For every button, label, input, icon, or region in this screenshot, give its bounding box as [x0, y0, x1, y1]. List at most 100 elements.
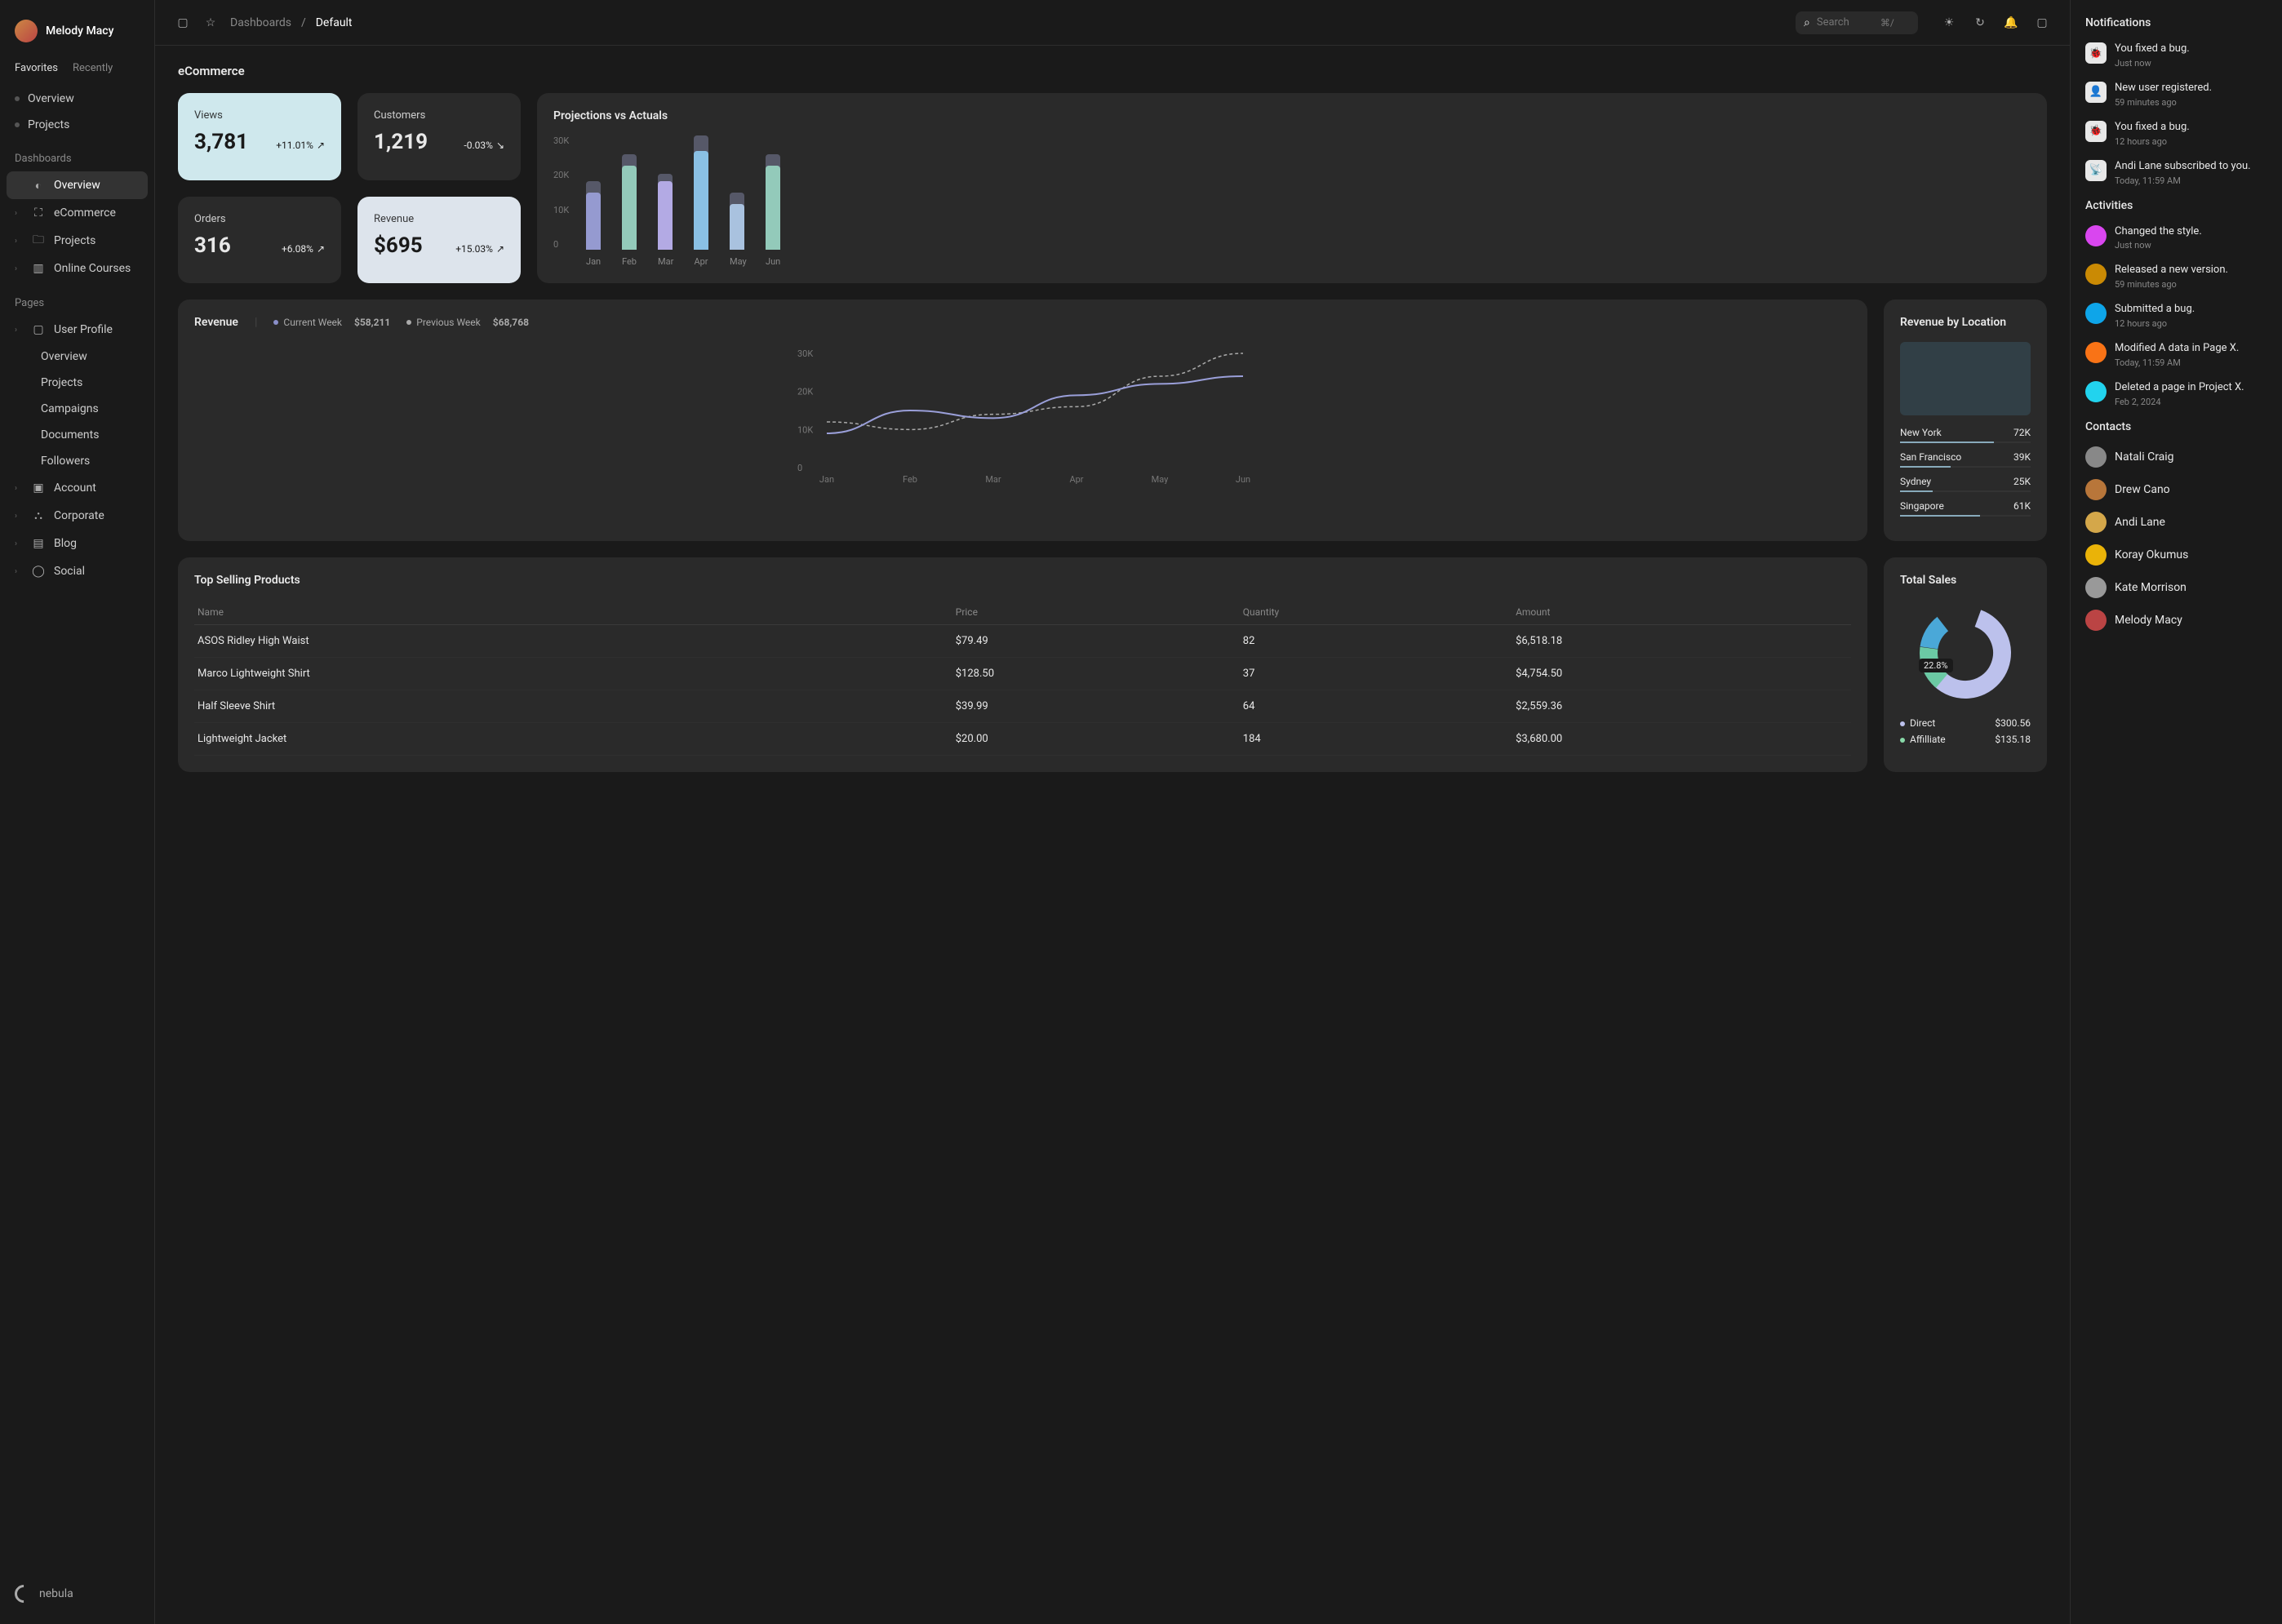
fav-tabs: Favorites Recently [7, 62, 148, 74]
logo: nebula [7, 1577, 148, 1611]
contact-item[interactable]: Kate Morrison [2085, 577, 2267, 598]
cart-icon: ⛶ [31, 206, 46, 220]
trend-down-icon: ↘ [496, 140, 504, 151]
tab-favorites[interactable]: Favorites [15, 62, 58, 74]
content: eCommerce Views 3,781+11.01%↗ Customers … [155, 46, 2070, 1624]
star-icon[interactable]: ☆ [202, 15, 219, 31]
avatar [2085, 342, 2107, 363]
group-pages: Pages [7, 291, 148, 316]
search-icon: ⌕ [1804, 16, 1810, 29]
notif-item[interactable]: 👤New user registered.59 minutes ago [2085, 82, 2267, 108]
corporate-icon: ⛬ [31, 508, 46, 523]
legend-row: Affilliate$135.18 [1900, 734, 2031, 745]
theme-icon[interactable]: ☀ [1941, 15, 1957, 31]
avatar [15, 20, 38, 42]
activity-item[interactable]: Deleted a page in Project X.Feb 2, 2024 [2085, 381, 2267, 407]
chevron-right-icon: › [15, 512, 23, 521]
activity-item[interactable]: Changed the style.Just now [2085, 225, 2267, 251]
avatar [2085, 303, 2107, 324]
table-row[interactable]: ASOS Ridley High Waist$79.4982$6,518.18 [194, 625, 1851, 658]
chevron-right-icon: › [15, 209, 23, 218]
nav-up-followers[interactable]: Followers [7, 448, 148, 474]
fav-item-overview[interactable]: Overview [7, 86, 148, 112]
notif-item[interactable]: 📡Andi Lane subscribed to you.Today, 11:5… [2085, 160, 2267, 186]
account-icon: ▣ [31, 481, 46, 495]
svg-text:20K: 20K [797, 387, 813, 397]
svg-text:May: May [1152, 474, 1170, 484]
nav-up-overview[interactable]: Overview [7, 344, 148, 370]
breadcrumb-root[interactable]: Dashboards [230, 16, 291, 29]
contact-item[interactable]: Koray Okumus [2085, 544, 2267, 566]
profile-name: Melody Macy [46, 24, 113, 38]
logo-text: nebula [39, 1587, 73, 1600]
stat-card-revenue[interactable]: Revenue $695+15.03%↗ [357, 197, 521, 284]
activity-item[interactable]: Submitted a bug.12 hours ago [2085, 303, 2267, 329]
table-row[interactable]: Lightweight Jacket$20.00184$3,680.00 [194, 723, 1851, 756]
sub-icon: 📡 [2085, 160, 2107, 181]
table-header: Quantity [1240, 600, 1512, 625]
bar-xaxis: JanFebMarAprMayJun [553, 256, 2031, 267]
stat-card-customers[interactable]: Customers 1,219-0.03%↘ [357, 93, 521, 180]
search-input[interactable] [1817, 16, 1874, 29]
contact-item[interactable]: Melody Macy [2085, 610, 2267, 631]
bell-icon[interactable]: 🔔 [2003, 15, 2019, 31]
contact-item[interactable]: Andi Lane [2085, 512, 2267, 533]
svg-text:Mar: Mar [985, 474, 1001, 484]
nav-user-profile[interactable]: ›▢User Profile [7, 316, 148, 344]
avatar [2085, 610, 2107, 631]
notif-item[interactable]: 🐞You fixed a bug.Just now [2085, 42, 2267, 69]
nav-corporate[interactable]: ›⛬Corporate [7, 502, 148, 530]
location-card: Revenue by Location New York72KSan Franc… [1884, 300, 2047, 541]
legend-current: Current Week $58,211 [273, 317, 390, 328]
chevron-right-icon: › [15, 539, 23, 548]
projections-card: Projections vs Actuals 30K20K10K0 JanFeb… [537, 93, 2047, 283]
breadcrumb-sep: / [301, 16, 306, 29]
main: ▢ ☆ Dashboards / Default ⌕ ⌘/ ☀ ↻ 🔔 ▢ eC… [155, 0, 2070, 1624]
search-kbd: ⌘/ [1880, 17, 1894, 29]
stat-card-views[interactable]: Views 3,781+11.01%↗ [178, 93, 341, 180]
row-table: Top Selling Products NamePriceQuantityAm… [178, 557, 2047, 772]
social-icon: ◯ [31, 564, 46, 579]
nav-blog[interactable]: ›▤Blog [7, 530, 148, 557]
revenue-card: Revenue | Current Week $58,211 Previous … [178, 300, 1867, 541]
nav-overview[interactable]: ◐Overview [7, 171, 148, 199]
profile-row[interactable]: Melody Macy [7, 13, 148, 49]
nav-social[interactable]: ›◯Social [7, 557, 148, 585]
pie-icon: ◐ [31, 178, 46, 193]
table-row[interactable]: Marco Lightweight Shirt$128.5037$4,754.5… [194, 658, 1851, 690]
chevron-right-icon: › [15, 567, 23, 576]
bug-icon: 🐞 [2085, 121, 2107, 142]
world-map [1900, 342, 2031, 415]
svg-text:Jun: Jun [1236, 474, 1250, 484]
svg-text:Jan: Jan [819, 474, 834, 484]
contact-item[interactable]: Natali Craig [2085, 446, 2267, 468]
stat-card-orders[interactable]: Orders 316+6.08%↗ [178, 197, 341, 284]
panel-right-icon[interactable]: ▢ [2034, 15, 2050, 31]
notif-item[interactable]: 🐞You fixed a bug.12 hours ago [2085, 121, 2267, 147]
fav-item-projects[interactable]: Projects [7, 112, 148, 138]
history-icon[interactable]: ↻ [1972, 15, 1988, 31]
svg-text:0: 0 [797, 463, 802, 473]
contact-item[interactable]: Drew Cano [2085, 479, 2267, 500]
avatar [2085, 225, 2107, 246]
nav-online-courses[interactable]: ›▥Online Courses [7, 255, 148, 282]
chevron-right-icon: › [15, 484, 23, 493]
tab-recently[interactable]: Recently [73, 62, 113, 74]
sidebar-right: Notifications 🐞You fixed a bug.Just now👤… [2070, 0, 2282, 1624]
activity-item[interactable]: Released a new version.59 minutes ago [2085, 264, 2267, 290]
avatar [2085, 446, 2107, 468]
nav-up-documents[interactable]: Documents [7, 422, 148, 448]
user-icon: 👤 [2085, 82, 2107, 103]
nav-ecommerce[interactable]: ›⛶eCommerce [7, 199, 148, 227]
table-row[interactable]: Half Sleeve Shirt$39.9964$2,559.36 [194, 690, 1851, 723]
nav-up-campaigns[interactable]: Campaigns [7, 396, 148, 422]
search-box[interactable]: ⌕ ⌘/ [1796, 11, 1918, 34]
contacts-title: Contacts [2085, 420, 2267, 433]
activity-item[interactable]: Modified A data in Page X.Today, 11:59 A… [2085, 342, 2267, 368]
nav-up-projects[interactable]: Projects [7, 370, 148, 396]
chevron-right-icon: › [15, 237, 23, 246]
nav-account[interactable]: ›▣Account [7, 474, 148, 502]
nav-projects[interactable]: ›🗀Projects [7, 227, 148, 255]
panel-left-icon[interactable]: ▢ [175, 15, 191, 31]
table-card: Top Selling Products NamePriceQuantityAm… [178, 557, 1867, 772]
